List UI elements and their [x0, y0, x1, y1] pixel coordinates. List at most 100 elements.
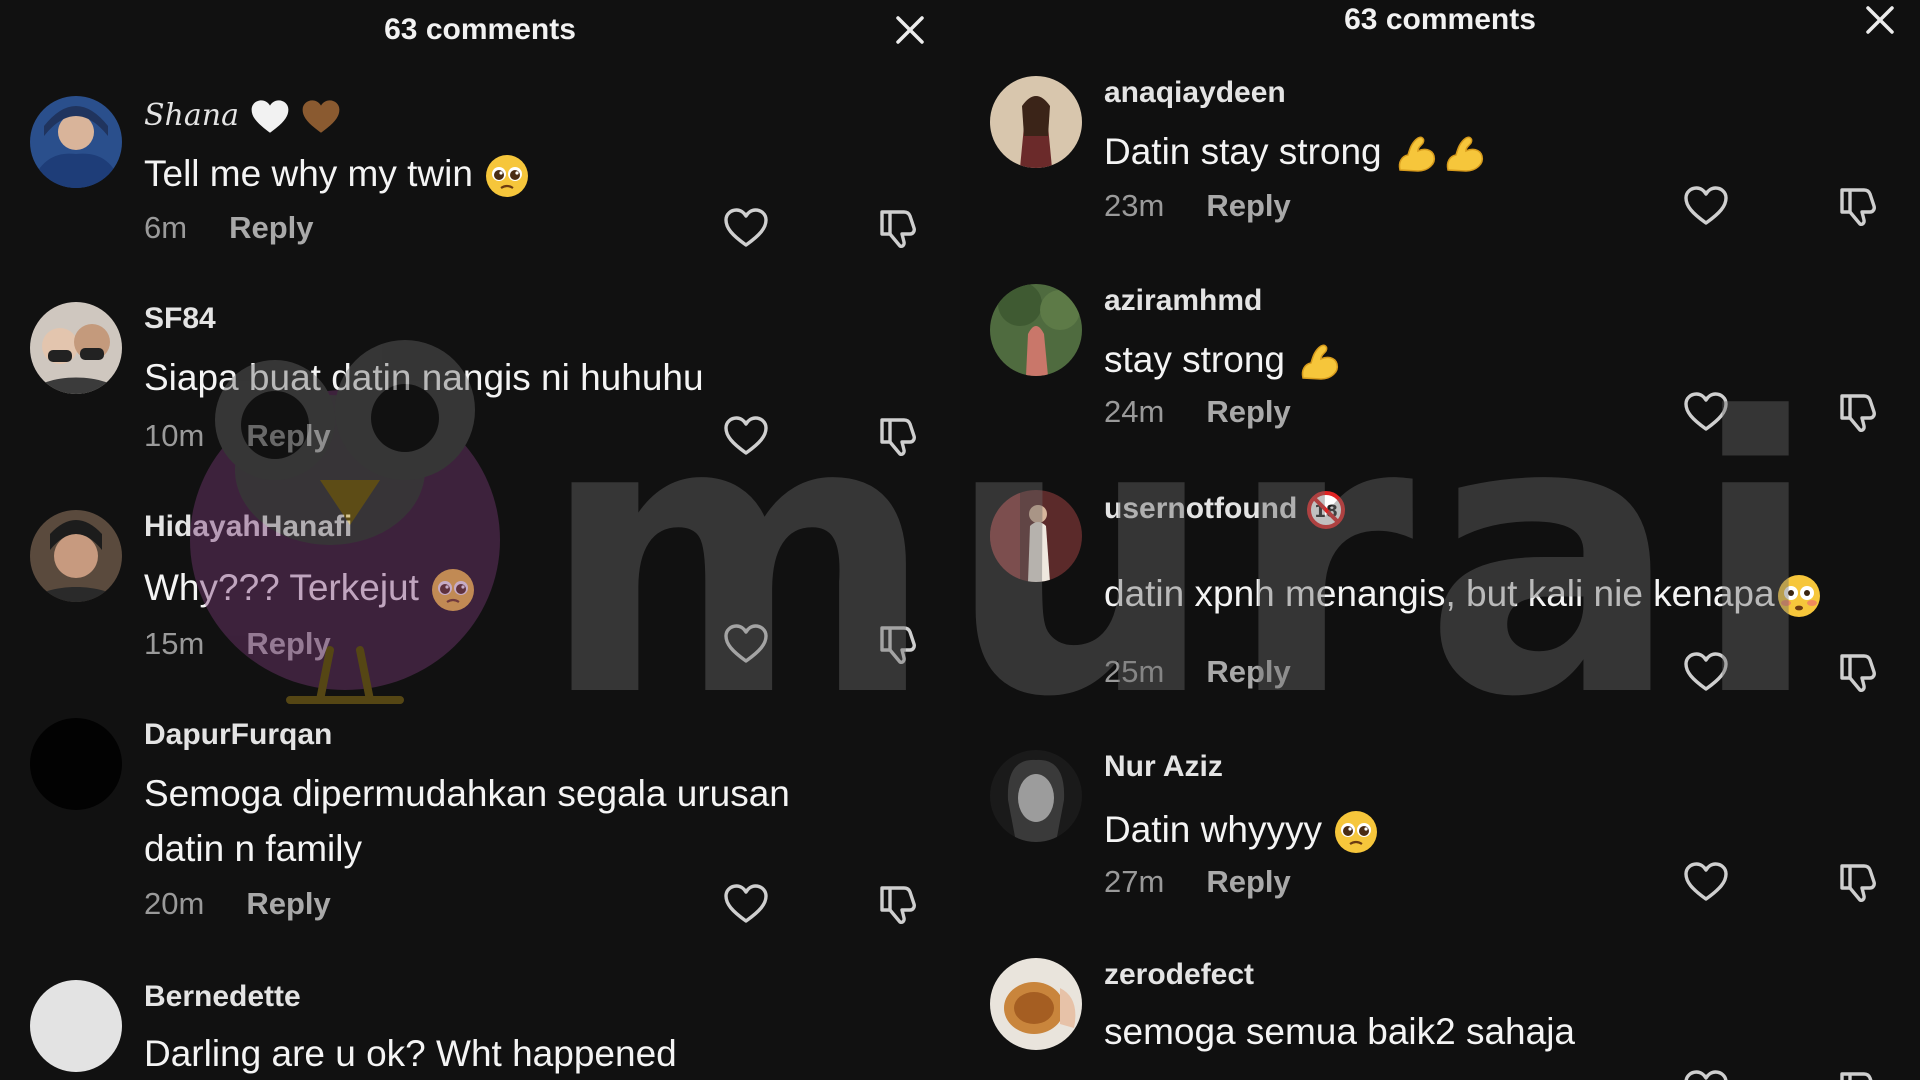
flexed-biceps-emoji-icon — [1440, 130, 1488, 178]
thumbs-down-icon — [874, 880, 922, 928]
heart-outline-icon — [1682, 182, 1730, 230]
comment-username[interactable]: aziramhmd — [1104, 284, 1262, 318]
comments-header: 63 comments — [960, 0, 1920, 50]
heart-outline-icon — [1682, 1066, 1730, 1080]
heart-outline-icon — [1682, 648, 1730, 696]
comment-meta: 24m Reply — [1104, 394, 1291, 430]
reply-button[interactable]: Reply — [229, 210, 313, 245]
pleading-face-emoji-icon — [483, 152, 531, 200]
thumbs-down-icon — [1834, 388, 1882, 436]
thumbs-down-icon — [1834, 858, 1882, 906]
close-button[interactable] — [890, 10, 930, 50]
avatar[interactable] — [30, 510, 122, 602]
white-heart-emoji-icon — [249, 96, 291, 138]
like-button[interactable] — [722, 880, 770, 928]
comment-timestamp: 6m — [144, 210, 188, 245]
comments-panel-right: 63 comments anaqiaydeen Datin stay stron… — [960, 0, 1920, 1080]
dislike-button[interactable] — [874, 880, 922, 928]
avatar[interactable] — [990, 750, 1082, 842]
avatar[interactable] — [990, 958, 1082, 1050]
reply-button[interactable]: Reply — [1206, 394, 1290, 429]
comment-meta: 23m Reply — [1104, 188, 1291, 224]
no-under-18-badge-icon: 18 — [1306, 491, 1345, 529]
avatar[interactable] — [30, 718, 122, 810]
comment-timestamp: 23m — [1104, 188, 1165, 223]
comment-meta: 27m Reply — [1104, 864, 1291, 900]
thumbs-down-icon — [1834, 648, 1882, 696]
comment-meta: 10m Reply — [144, 418, 331, 454]
heart-outline-icon — [722, 412, 770, 460]
comment-meta: 20m Reply — [144, 886, 331, 922]
thumbs-down-icon — [874, 412, 922, 460]
heart-outline-icon — [722, 620, 770, 668]
like-button[interactable] — [722, 204, 770, 252]
like-button[interactable] — [1682, 182, 1730, 230]
comment-text: Tell me why my twin — [144, 146, 844, 201]
comment-text: Darling are u ok? Wht happened — [144, 1033, 677, 1074]
comment-username[interactable]: Nur Aziz — [1104, 750, 1223, 784]
heart-outline-icon — [722, 204, 770, 252]
like-button[interactable] — [722, 412, 770, 460]
thumbs-down-icon — [1834, 1066, 1882, 1080]
comment-text: Datin stay strong — [1104, 124, 1804, 179]
comment-username[interactable]: usernotfound 18 — [1104, 490, 1346, 530]
like-button[interactable] — [722, 620, 770, 668]
comment-timestamp: 24m — [1104, 394, 1165, 429]
dislike-button[interactable] — [1834, 858, 1882, 906]
brown-heart-emoji-icon — [300, 96, 342, 138]
thumbs-down-icon — [874, 204, 922, 252]
like-button[interactable] — [1682, 648, 1730, 696]
thumbs-down-icon — [874, 620, 922, 668]
dislike-button[interactable] — [1834, 182, 1882, 230]
dislike-button[interactable] — [1834, 1066, 1882, 1080]
comment-username[interactable]: Bernedette — [144, 980, 301, 1014]
comment-timestamp: 10m — [144, 418, 205, 453]
comment-username[interactable]: Shana — [144, 96, 342, 138]
avatar[interactable] — [990, 284, 1082, 376]
flexed-biceps-emoji-icon — [1295, 338, 1343, 386]
comment-timestamp: 25m — [1104, 654, 1165, 689]
avatar[interactable] — [990, 76, 1082, 168]
thumbs-down-icon — [1834, 182, 1882, 230]
comments-count-title: 63 comments — [1344, 3, 1536, 36]
avatar[interactable] — [30, 302, 122, 394]
comment-text: stay strong — [1104, 332, 1804, 387]
comment-timestamp: 27m — [1104, 864, 1165, 899]
comments-header: 63 comments — [0, 0, 960, 60]
like-button[interactable] — [1682, 388, 1730, 436]
reply-button[interactable]: Reply — [1206, 188, 1290, 223]
close-icon — [1860, 0, 1900, 40]
reply-button[interactable]: Reply — [1206, 654, 1290, 689]
comment-username[interactable]: anaqiaydeen — [1104, 76, 1286, 110]
like-button[interactable] — [1682, 1066, 1730, 1080]
dislike-button[interactable] — [874, 204, 922, 252]
comment-text: datin xpnh menangis, but kali nie kenapa — [1104, 566, 1904, 621]
comment-username[interactable]: HidayahHanafi — [144, 510, 352, 544]
reply-button[interactable]: Reply — [246, 626, 330, 661]
pleading-face-emoji-icon — [1332, 808, 1380, 856]
comment-text: Why??? Terkejut — [144, 560, 844, 615]
comment-username[interactable]: zerodefect — [1104, 958, 1254, 992]
heart-outline-icon — [1682, 858, 1730, 906]
pleading-face-emoji-icon — [429, 566, 477, 614]
dislike-button[interactable] — [1834, 648, 1882, 696]
comment-meta: 25m Reply — [1104, 654, 1291, 690]
heart-outline-icon — [1682, 388, 1730, 436]
dislike-button[interactable] — [1834, 388, 1882, 436]
reply-button[interactable]: Reply — [246, 886, 330, 921]
comment-username[interactable]: DapurFurqan — [144, 718, 332, 752]
avatar[interactable] — [30, 980, 122, 1072]
close-button[interactable] — [1860, 0, 1900, 40]
avatar[interactable] — [990, 490, 1082, 582]
flushed-face-emoji-icon — [1775, 572, 1823, 620]
reply-button[interactable]: Reply — [1206, 864, 1290, 899]
comment-username[interactable]: SF84 — [144, 302, 216, 336]
comment-text: Siapa buat datin nangis ni huhuhu — [144, 357, 704, 398]
avatar[interactable] — [30, 96, 122, 188]
comment-timestamp: 15m — [144, 626, 205, 661]
comments-panel-left: 63 comments Shana Tell me why my twin 6m… — [0, 0, 960, 1080]
reply-button[interactable]: Reply — [246, 418, 330, 453]
dislike-button[interactable] — [874, 620, 922, 668]
dislike-button[interactable] — [874, 412, 922, 460]
like-button[interactable] — [1682, 858, 1730, 906]
